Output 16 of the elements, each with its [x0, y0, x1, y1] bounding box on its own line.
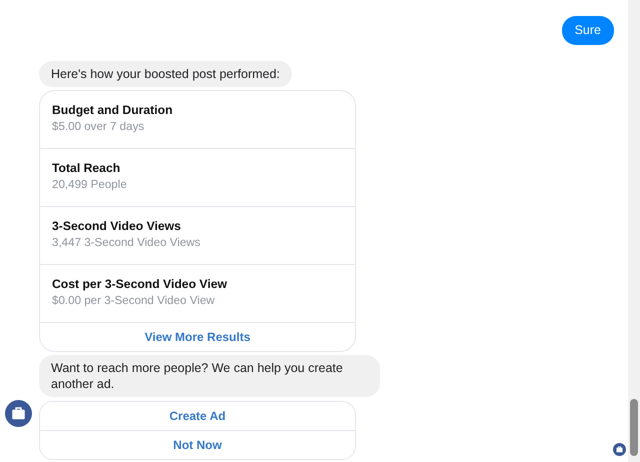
result-value: 3,447 3-Second Video Views	[52, 234, 202, 251]
result-title: 3-Second Video Views	[52, 218, 182, 235]
briefcase-icon	[613, 440, 626, 453]
quick-reply-button[interactable]: Not Now	[40, 430, 355, 459]
result-value: 20,499 People	[52, 176, 128, 193]
scrollbar-thumb[interactable]	[630, 399, 638, 456]
result-value: $0.00 per 3-Second Video View	[52, 292, 216, 309]
result-title: Total Reach	[52, 160, 122, 177]
sent-message-bubble: Sure	[562, 16, 614, 45]
result-title: Budget and Duration	[52, 102, 174, 119]
received-message-bubble: Want to reach more people? We can help you create another ad.	[39, 354, 380, 397]
result-title: Cost per 3-Second Video View	[52, 276, 228, 293]
briefcase-avatar-icon	[5, 400, 32, 427]
view-more-link[interactable]: View More Results	[40, 322, 355, 351]
received-message-bubble: Here's how your boosted post performed:	[39, 60, 292, 87]
result-value: $5.00 over 7 days	[52, 118, 146, 135]
